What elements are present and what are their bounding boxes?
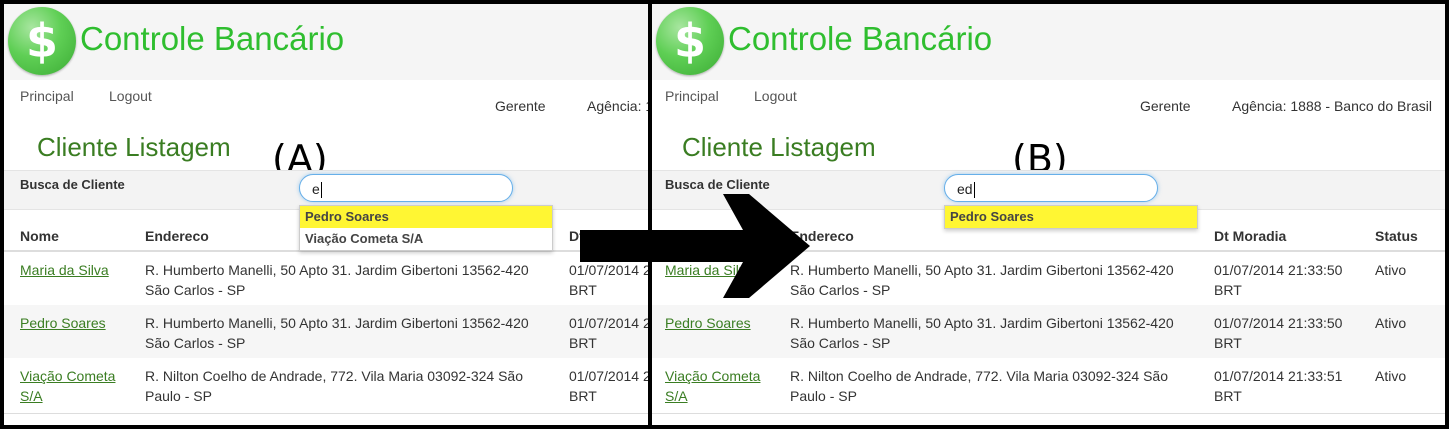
address-cell: R. Humberto Manelli, 50 Apto 31. Jardim … xyxy=(145,315,529,351)
panel-a: $ Controle Bancário Principal Logout Ger… xyxy=(4,4,648,425)
date-cell: 01/07/2014 21:33:50 BRT xyxy=(1214,262,1343,298)
dollar-sign: $ xyxy=(25,14,58,68)
client-name-link[interactable]: Viação Cometa S/A xyxy=(20,366,130,406)
date-cell: 01/07/2014 21:33:51 BRT xyxy=(569,368,648,404)
client-name-link[interactable]: Pedro Soares xyxy=(20,313,130,333)
address-cell: R. Humberto Manelli, 50 Apto 31. Jardim … xyxy=(790,262,1174,298)
text-caret xyxy=(973,182,975,199)
dollar-logo-icon: $ xyxy=(8,7,76,75)
app-title: Controle Bancário xyxy=(728,20,993,57)
suggestion-dropdown: Pedro Soares Viação Cometa S/A xyxy=(299,205,553,251)
dollar-logo-icon: $ xyxy=(656,7,724,75)
column-header-status[interactable]: Status xyxy=(1375,228,1418,244)
suggestion-item[interactable]: Viação Cometa S/A xyxy=(300,228,552,250)
search-query: ed xyxy=(957,181,973,197)
status-cell: Ativo xyxy=(1375,262,1407,278)
user-role: Gerente xyxy=(495,98,546,114)
client-name-link[interactable]: Pedro Soares xyxy=(665,313,775,333)
column-header-endereco[interactable]: Endereco xyxy=(145,228,209,244)
search-input[interactable]: e xyxy=(299,174,513,202)
client-name-link[interactable]: Viação Cometa S/A xyxy=(665,366,775,406)
text-caret xyxy=(320,182,322,199)
app-screen-a: $ Controle Bancário Principal Logout Ger… xyxy=(4,4,648,425)
right-arrow-icon xyxy=(580,194,810,298)
suggestion-item[interactable]: Pedro Soares xyxy=(945,206,1197,228)
nav-principal[interactable]: Principal xyxy=(665,88,719,104)
table-row: Pedro Soares R. Humberto Manelli, 50 Apt… xyxy=(4,305,648,358)
address-cell: R. Nilton Coelho de Andrade, 772. Vila M… xyxy=(790,368,1168,404)
client-name-link[interactable]: Maria da Silva xyxy=(20,260,130,280)
table-row: Viação Cometa S/A R. Nilton Coelho de An… xyxy=(4,358,648,411)
address-cell: R. Humberto Manelli, 50 Apto 31. Jardim … xyxy=(145,262,529,298)
address-cell: R. Humberto Manelli, 50 Apto 31. Jardim … xyxy=(790,315,1174,351)
agency-info: Agência: 1888 - Banco do Brasil xyxy=(1232,98,1433,114)
user-role: Gerente xyxy=(1140,98,1191,114)
nav-logout[interactable]: Logout xyxy=(754,88,797,104)
table-bottom-divider xyxy=(652,413,1445,414)
column-header-nome[interactable]: Nome xyxy=(20,228,59,244)
status-cell: Ativo xyxy=(1375,368,1407,384)
nav-logout[interactable]: Logout xyxy=(109,88,152,104)
agency-info: Agência: 1888 - Banco do Brasil xyxy=(587,98,648,114)
address-cell: R. Nilton Coelho de Andrade, 772. Vila M… xyxy=(145,368,523,404)
dollar-sign: $ xyxy=(673,14,706,68)
suggestion-dropdown: Pedro Soares xyxy=(944,205,1198,229)
date-cell: 01/07/2014 21:33:51 BRT xyxy=(1214,368,1343,404)
status-cell: Ativo xyxy=(1375,315,1407,331)
table-row: Pedro Soares R. Humberto Manelli, 50 Apt… xyxy=(652,305,1445,358)
table-bottom-divider xyxy=(4,413,648,414)
search-label: Busca de Cliente xyxy=(20,177,125,192)
date-cell: 01/07/2014 21:33:50 BRT xyxy=(569,315,648,351)
column-header-dt-moradia[interactable]: Dt Moradia xyxy=(1214,228,1286,244)
table-row: Maria da Silva R. Humberto Manelli, 50 A… xyxy=(4,252,648,305)
table-row: Viação Cometa S/A R. Nilton Coelho de An… xyxy=(652,358,1445,411)
nav-principal[interactable]: Principal xyxy=(20,88,74,104)
page-title: Cliente Listagem xyxy=(37,132,231,162)
search-input[interactable]: ed xyxy=(944,174,1158,202)
app-title: Controle Bancário xyxy=(80,20,345,57)
date-cell: 01/07/2014 21:33:50 BRT xyxy=(1214,315,1343,351)
page-title: Cliente Listagem xyxy=(682,132,876,162)
search-query: e xyxy=(312,181,320,197)
suggestion-item[interactable]: Pedro Soares xyxy=(300,206,552,228)
